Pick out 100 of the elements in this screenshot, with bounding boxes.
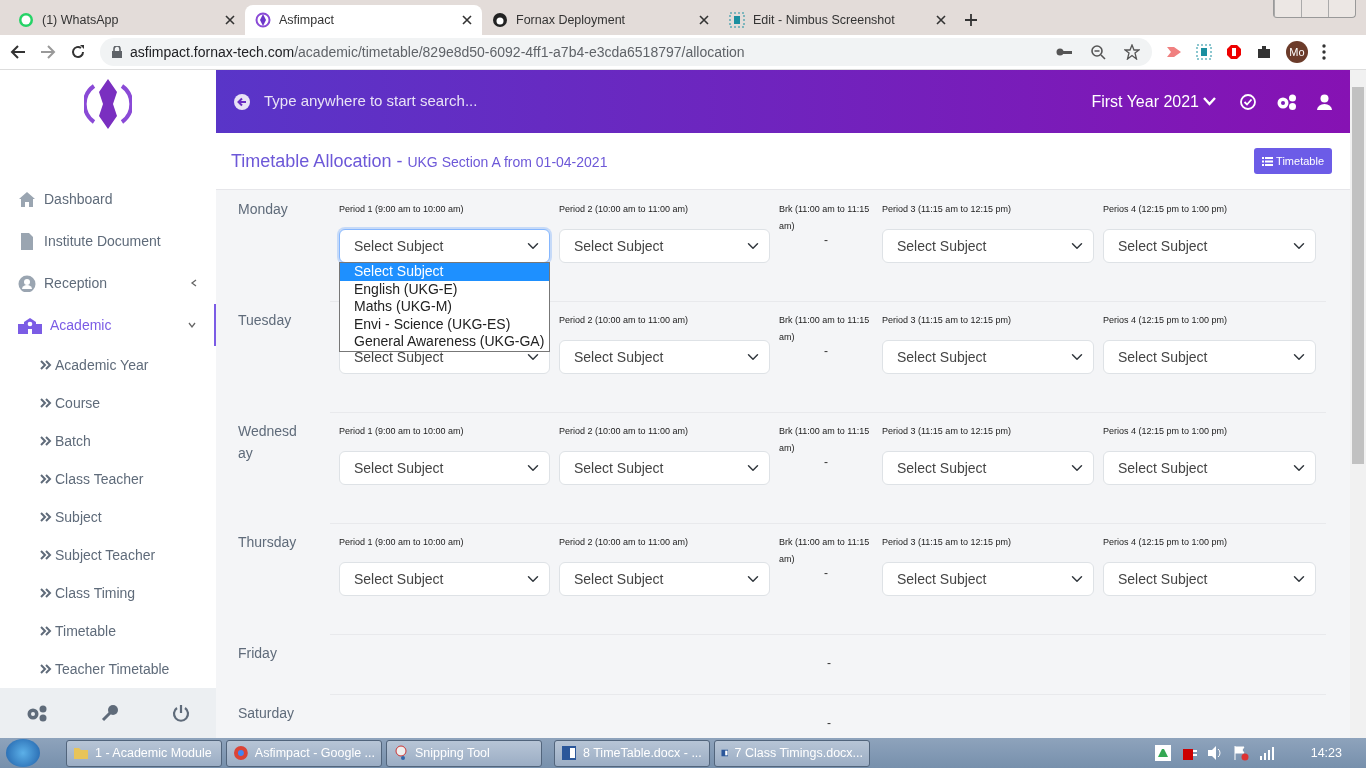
period-label: Perios 4 (12:15 pm to 1:00 pm) xyxy=(1103,203,1229,216)
subject-select[interactable]: Select Subject xyxy=(339,562,550,596)
signal-icon[interactable] xyxy=(1258,746,1275,760)
close-icon[interactable] xyxy=(462,15,472,25)
reload-icon[interactable] xyxy=(70,44,86,60)
timetable-button[interactable]: Timetable xyxy=(1254,147,1332,175)
start-button[interactable] xyxy=(6,739,40,767)
close-icon[interactable] xyxy=(225,15,235,25)
user-icon[interactable] xyxy=(1317,93,1332,110)
new-tab-icon[interactable] xyxy=(964,13,978,27)
subject-select[interactable]: Select Subject xyxy=(882,229,1094,263)
browser-icon xyxy=(233,745,249,761)
sidebar-subitem[interactable]: Teacher Timetable xyxy=(0,650,216,688)
check-circle-icon[interactable] xyxy=(1240,93,1256,110)
n-icon[interactable] xyxy=(1196,44,1212,60)
day-label: Monday xyxy=(238,200,289,219)
break-dash: - xyxy=(823,454,829,471)
settings-icon[interactable] xyxy=(1276,93,1297,110)
sidebar-subitem[interactable]: Class Teacher xyxy=(0,460,216,498)
sidebar-subitem[interactable]: Course xyxy=(0,384,216,422)
sidebar-subitem[interactable]: Subject xyxy=(0,498,216,536)
back-icon[interactable] xyxy=(234,93,250,110)
double-chevron-icon xyxy=(40,512,52,522)
zoom-out-icon[interactable] xyxy=(1090,44,1106,60)
address-bar[interactable]: asfimpact.fornax-tech.com/academic/timetable/829e8d50-6092-4ff1-a7b4-e3cda6518797/allocation xyxy=(100,38,1152,66)
period-label: Period 3 (11:15 am to 12:15 pm) xyxy=(882,425,1012,438)
subject-select[interactable]: Select Subject xyxy=(559,451,770,485)
hand-stop-icon[interactable] xyxy=(1226,44,1242,60)
sidebar-subitem[interactable]: Timetable xyxy=(0,612,216,650)
document-icon xyxy=(561,745,577,761)
page-title: Timetable Allocation - UKG Section A from 01-04-2021 xyxy=(231,149,608,173)
subject-select[interactable]: Select Subject xyxy=(1103,562,1316,596)
sidebar-subitem[interactable]: Class Timing xyxy=(0,574,216,612)
period-label: Period 2 (10:00 am to 11:00 am) xyxy=(559,536,689,549)
subject-select[interactable]: Select Subject xyxy=(339,451,550,485)
profile-avatar[interactable]: Mo xyxy=(1286,41,1308,63)
subject-select[interactable]: Select Subject xyxy=(559,562,770,596)
browser-tab[interactable]: Fornax Deployment xyxy=(482,5,719,35)
year-selector[interactable]: First Year 2021 xyxy=(1091,89,1216,114)
key-icon[interactable] xyxy=(101,704,119,722)
puzzle-icon[interactable] xyxy=(1256,44,1272,60)
search-placeholder[interactable]: Type anywhere to start search... xyxy=(264,90,1078,113)
browser-tab[interactable]: Edit - Nimbus Screenshot xyxy=(719,5,956,35)
subject-select[interactable]: Select Subject xyxy=(1103,451,1316,485)
subject-select[interactable]: Select Subject xyxy=(559,229,770,263)
subject-select[interactable]: Select Subject xyxy=(339,229,550,263)
sidebar-item[interactable]: Dashboard xyxy=(0,178,216,220)
speaker-icon[interactable] xyxy=(1206,745,1223,761)
app-logo-icon xyxy=(255,12,271,28)
sidebar-subitem[interactable]: Subject Teacher xyxy=(0,536,216,574)
close-icon[interactable] xyxy=(936,15,946,25)
key-icon[interactable] xyxy=(1056,47,1072,57)
list-icon xyxy=(1262,156,1274,166)
forward-icon[interactable] xyxy=(40,44,56,60)
home-icon xyxy=(18,190,36,208)
period-label: Perios 4 (12:15 pm to 1:00 pm) xyxy=(1103,314,1229,327)
dropdown-option[interactable]: Maths (UKG-M) xyxy=(340,298,549,316)
break-dash: - xyxy=(823,232,829,249)
double-chevron-icon xyxy=(40,588,52,598)
subject-select[interactable]: Select Subject xyxy=(882,340,1094,374)
browser-tab[interactable]: (1) WhatsApp xyxy=(8,5,245,35)
break-dash: - xyxy=(823,565,829,582)
sidebar-subitem[interactable]: Batch xyxy=(0,422,216,460)
period-label: Period 2 (10:00 am to 11:00 am) xyxy=(559,425,689,438)
sidebar-item[interactable]: Institute Document xyxy=(0,220,216,262)
close-icon[interactable] xyxy=(699,15,709,25)
subject-select[interactable]: Select Subject xyxy=(882,451,1094,485)
flag-icon[interactable] xyxy=(1232,745,1249,761)
dropdown-option[interactable]: Envi - Science (UKG-ES) xyxy=(340,315,549,334)
folder-icon xyxy=(73,745,89,761)
period-label: Period 1 (9:00 am to 10:00 am) xyxy=(339,203,465,216)
star-icon[interactable] xyxy=(1124,44,1140,60)
school-icon xyxy=(18,316,42,334)
period-label: Perios 4 (12:15 pm to 1:00 pm) xyxy=(1103,536,1229,549)
sidebar-subitem[interactable]: Academic Year xyxy=(0,346,216,384)
cast-arrow-icon[interactable] xyxy=(1166,45,1182,59)
double-chevron-icon xyxy=(40,626,52,636)
subject-select[interactable]: Select Subject xyxy=(882,562,1094,596)
period-label: Period 3 (11:15 am to 12:15 pm) xyxy=(882,536,1012,549)
dropdown-option[interactable]: English (UKG-E) xyxy=(340,280,549,299)
subject-select[interactable]: Select Subject xyxy=(1103,340,1316,374)
period-label: Period 3 (11:15 am to 12:15 pm) xyxy=(882,203,1012,216)
settings-icon[interactable] xyxy=(26,704,49,722)
subject-select[interactable]: Select Subject xyxy=(559,340,770,374)
period-label: Period 2 (10:00 am to 11:00 am) xyxy=(559,203,689,216)
sidebar-item[interactable]: Reception xyxy=(0,262,216,304)
day-label: Saturday xyxy=(238,704,296,723)
double-chevron-icon xyxy=(40,398,52,408)
more-icon[interactable] xyxy=(1322,44,1326,60)
period-label: Period 1 (9:00 am to 10:00 am) xyxy=(339,536,465,549)
scrollbar-thumb[interactable] xyxy=(1352,87,1364,464)
back-icon[interactable] xyxy=(10,44,26,60)
logo-icon xyxy=(84,78,132,130)
drive-icon[interactable] xyxy=(1154,745,1171,761)
power-icon[interactable] xyxy=(171,704,190,722)
break-label: Brk (11:00 am to 11:15 am) xyxy=(779,203,871,229)
subject-select[interactable]: Select Subject xyxy=(1103,229,1316,263)
break-dash: - xyxy=(823,343,829,360)
day-label: Tuesday xyxy=(238,311,293,330)
browser-tab[interactable]: Asfimpact xyxy=(245,5,482,35)
